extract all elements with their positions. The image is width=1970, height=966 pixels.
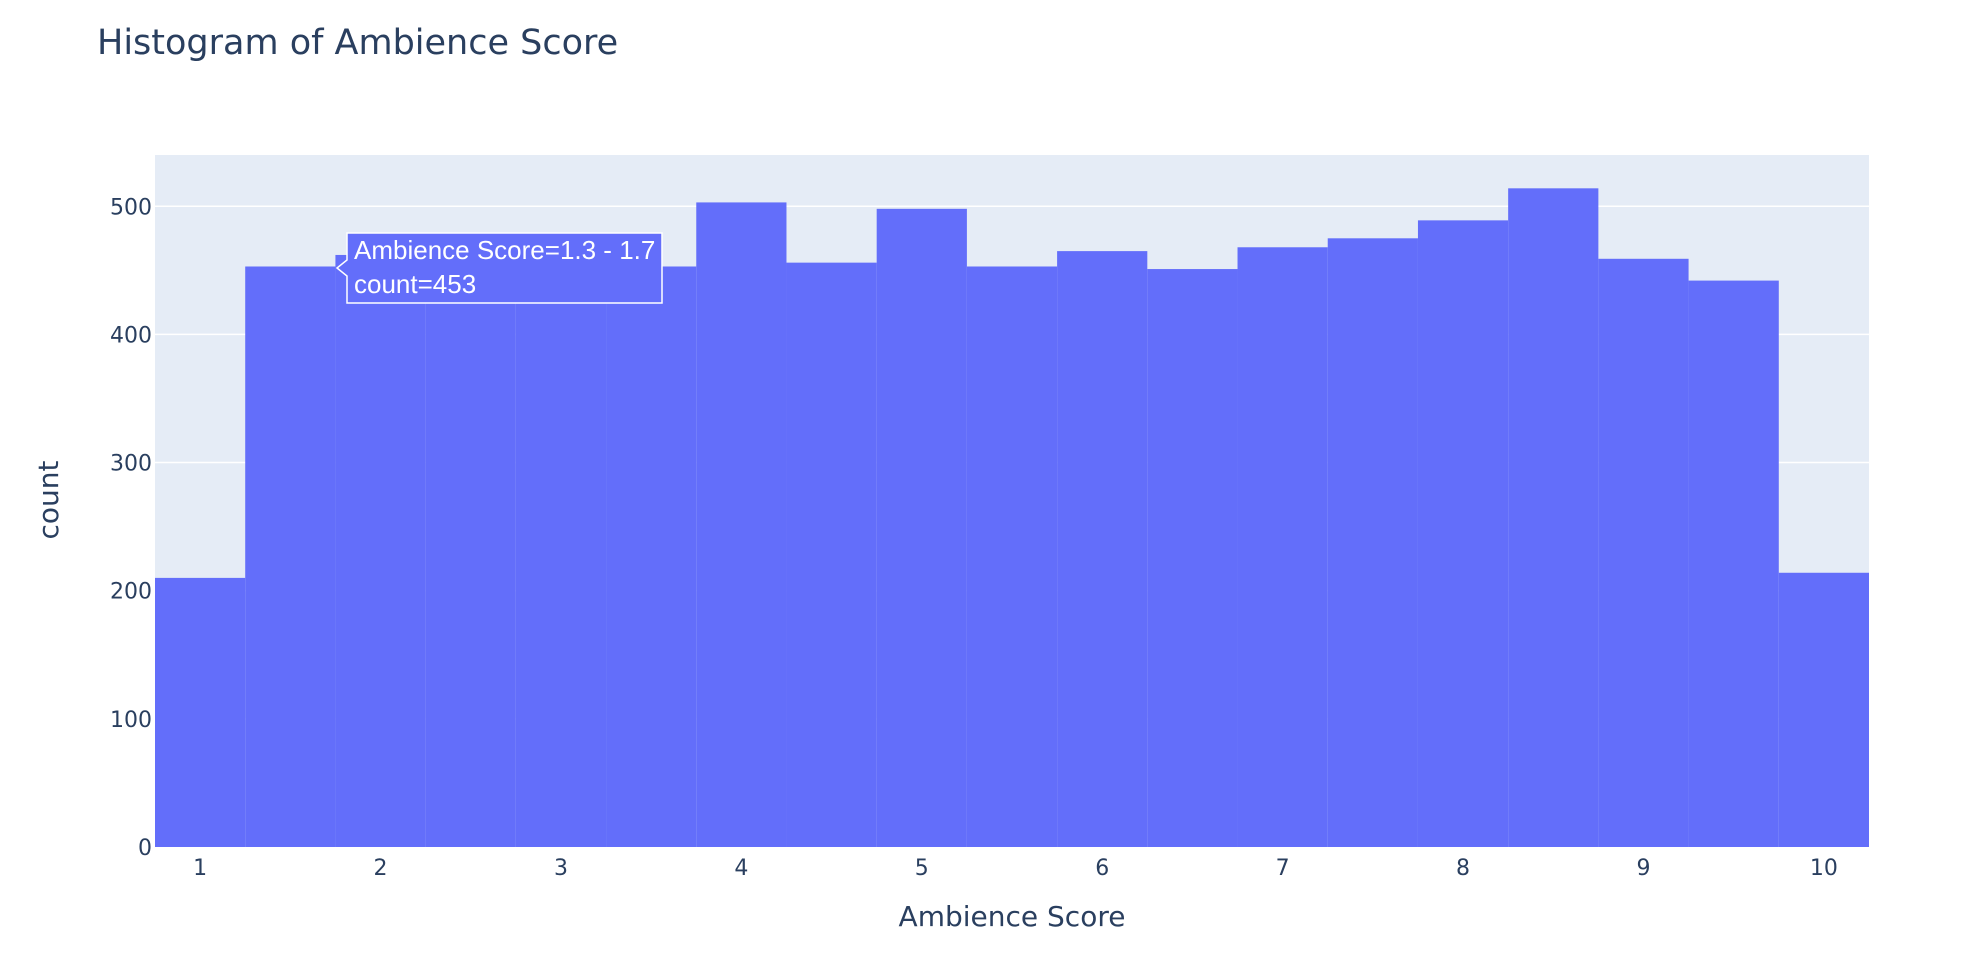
x-tick-label: 2 bbox=[374, 856, 388, 881]
x-tick-label: 5 bbox=[915, 856, 929, 881]
x-tick-label: 7 bbox=[1276, 856, 1290, 881]
histogram-bar[interactable] bbox=[515, 267, 607, 847]
x-tick-label: 10 bbox=[1810, 856, 1838, 881]
histogram-bar[interactable] bbox=[1598, 258, 1689, 847]
histogram-bar[interactable] bbox=[1688, 280, 1779, 847]
y-tick-label: 200 bbox=[110, 580, 152, 605]
x-tick-label: 9 bbox=[1636, 856, 1650, 881]
x-tick-label: 3 bbox=[554, 856, 568, 881]
histogram-bar[interactable] bbox=[786, 262, 877, 848]
x-tick-label: 4 bbox=[734, 856, 748, 881]
histogram-bar[interactable] bbox=[1057, 251, 1148, 848]
histogram-chart: Histogram of Ambience Score 0 100 200 300 40… bbox=[0, 0, 1970, 966]
histogram-bar[interactable] bbox=[245, 266, 336, 847]
y-tick-label: 500 bbox=[110, 195, 152, 220]
histogram-bar[interactable] bbox=[1417, 220, 1509, 847]
histogram-bar[interactable] bbox=[606, 266, 697, 847]
histogram-bar[interactable] bbox=[876, 208, 967, 848]
histogram-bar[interactable] bbox=[1147, 269, 1238, 847]
histogram-bar[interactable] bbox=[1327, 238, 1418, 848]
hover-tooltip: Ambience Score=1.3 - 1.7 count=453 bbox=[335, 232, 663, 304]
x-tick-label: 1 bbox=[193, 856, 207, 881]
y-tick-label: 100 bbox=[110, 708, 152, 733]
histogram-bar[interactable] bbox=[1237, 247, 1328, 847]
histogram-bar[interactable] bbox=[966, 266, 1058, 847]
histogram-bar[interactable] bbox=[155, 577, 246, 847]
x-axis-title: Ambience Score bbox=[899, 900, 1126, 933]
chart-title: Histogram of Ambience Score bbox=[97, 23, 618, 63]
tooltip-line-count: count=453 bbox=[354, 269, 476, 299]
tooltip-line-range: Ambience Score=1.3 - 1.7 bbox=[354, 235, 655, 265]
histogram-bar[interactable] bbox=[1778, 572, 1869, 847]
histogram-bar[interactable] bbox=[696, 202, 787, 848]
x-tick-label: 6 bbox=[1095, 856, 1109, 881]
x-tick-label: 8 bbox=[1456, 856, 1470, 881]
y-tick-label: 0 bbox=[138, 836, 152, 861]
y-axis-title: count bbox=[32, 460, 65, 539]
y-tick-label: 300 bbox=[110, 452, 152, 477]
histogram-bar[interactable] bbox=[425, 267, 516, 847]
histogram-bar[interactable] bbox=[1508, 188, 1599, 848]
y-tick-label: 400 bbox=[110, 323, 152, 348]
histogram-bar[interactable] bbox=[335, 254, 426, 847]
